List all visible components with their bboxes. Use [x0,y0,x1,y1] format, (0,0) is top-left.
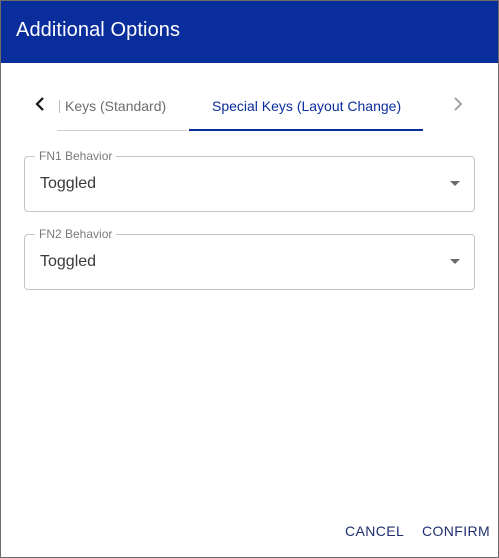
tab-underline [57,130,187,131]
tab-scroll-right-button[interactable] [445,89,471,119]
tab-divider [59,100,60,113]
fn1-behavior-value: Toggled [40,175,97,192]
fn2-behavior-value: Toggled [40,253,97,270]
chevron-right-icon [454,97,463,111]
cancel-button[interactable]: CANCEL [345,523,404,539]
additional-options-dialog: Additional Options Keys (Standard) Speci… [0,0,499,558]
tab-special-keys-layout-change[interactable]: Special Keys (Layout Change) [212,98,401,114]
fn2-behavior-label: FN2 Behavior [35,227,117,241]
fn1-behavior-label: FN1 Behavior [35,149,117,163]
tab-strip: Keys (Standard) Special Keys (Layout Cha… [57,63,435,133]
tab-active-indicator [189,129,423,131]
caret-down-icon [450,181,460,186]
dialog-title: Additional Options [16,19,181,41]
tab-scroll-left-button[interactable] [27,89,53,119]
dialog-header: Additional Options [1,1,498,63]
chevron-left-icon [35,97,44,111]
dialog-actions: CANCEL CONFIRM [1,511,498,551]
fn1-behavior-select[interactable]: FN1 Behavior Toggled [24,149,475,212]
caret-down-icon [450,259,460,264]
confirm-button[interactable]: CONFIRM [422,523,490,539]
tab-bar: Keys (Standard) Special Keys (Layout Cha… [1,63,498,133]
fn2-behavior-select[interactable]: FN2 Behavior Toggled [24,227,475,290]
tab-keys-standard[interactable]: Keys (Standard) [65,98,166,114]
